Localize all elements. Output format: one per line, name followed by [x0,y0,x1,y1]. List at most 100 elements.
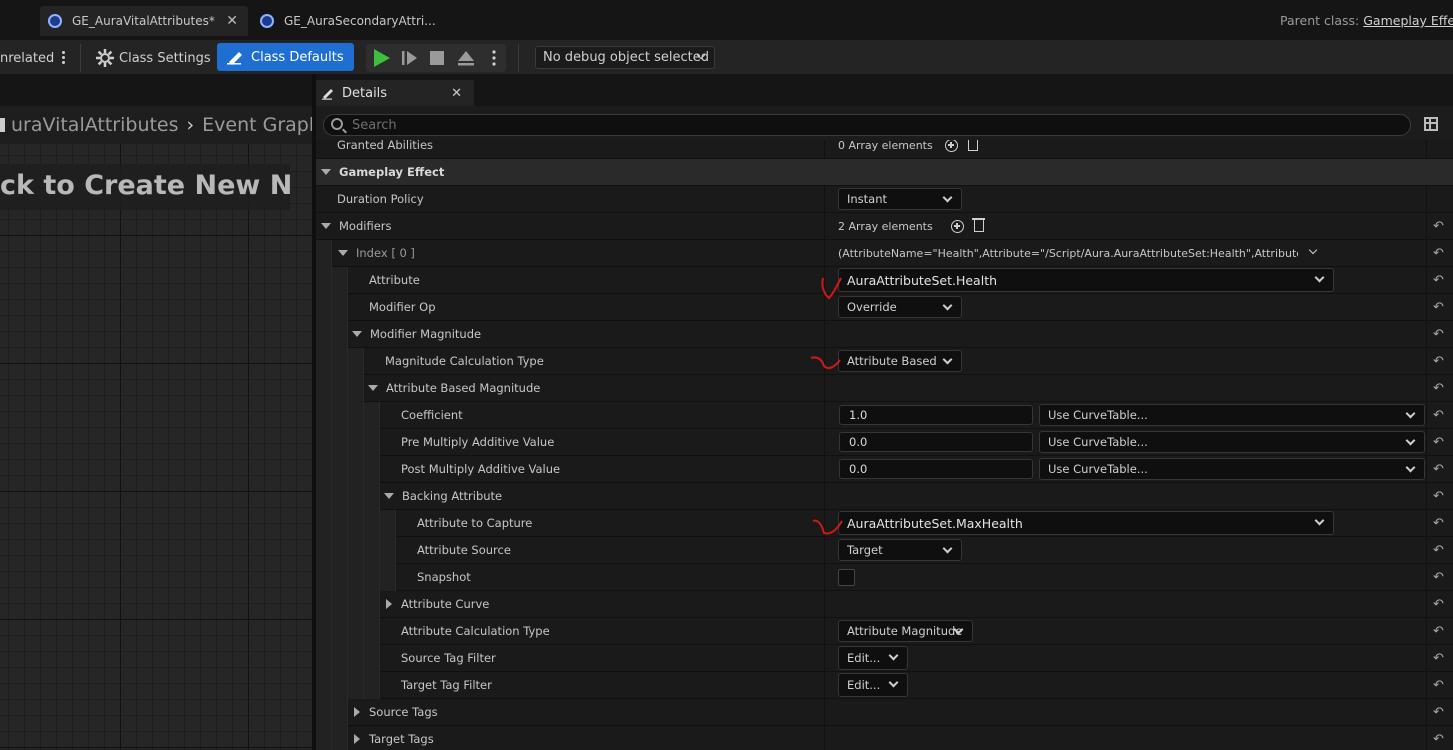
trash-icon[interactable] [967,140,978,151]
reset-arrow-icon[interactable]: ↶ [1433,705,1444,720]
reset-arrow-icon[interactable]: ↶ [1433,273,1444,288]
property-name: Snapshot [417,570,471,584]
ue-logo-icon [260,14,274,28]
tab-bar: GE_AuraVitalAttributes* ✕ GE_AuraSeconda… [0,0,1453,40]
close-icon[interactable]: ✕ [226,13,238,29]
add-icon[interactable] [950,219,964,233]
property-name: Modifier Op [369,300,436,314]
search-placeholder: Search [352,117,397,133]
more-options-icon[interactable] [62,49,65,66]
annotation-check-mark [812,519,843,535]
unrelated-toggle[interactable]: nrelated [0,44,54,72]
parent-class-link[interactable]: Gameplay Effect [1363,13,1453,28]
unrelated-label: nrelated [0,50,55,66]
debug-select-label: No debug object selected [543,50,710,65]
row-attribute-curve: Attribute Curve ↶ [316,591,1453,618]
tab-details[interactable]: Details ✕ [316,80,474,106]
reset-arrow-icon[interactable]: ↶ [1433,732,1444,747]
chevron-down-icon[interactable] [1308,245,1318,255]
coefficient-curve-select[interactable]: Use CurveTable... [1039,404,1425,426]
reset-arrow-icon[interactable]: ↶ [1433,462,1444,477]
duration-policy-select[interactable]: Instant [838,188,962,210]
attribute-calculation-type-select[interactable]: Attribute Magnitude [838,620,973,642]
coefficient-input[interactable]: 1.0 [839,405,1033,425]
property-name: Backing Attribute [402,489,503,503]
row-post-multiply-additive-value: Post Multiply Additive Value 0.0 Use Curv… [316,456,1453,483]
reset-arrow-icon[interactable]: ↶ [1433,381,1444,396]
expand-arrow-icon[interactable] [338,250,348,256]
target-tag-filter-edit[interactable]: Edit... [838,673,908,697]
reset-arrow-icon[interactable]: ↶ [1433,651,1444,666]
details-search-input[interactable]: Search [323,114,1411,136]
reset-arrow-icon[interactable]: ↶ [1433,327,1444,342]
reset-arrow-icon[interactable]: ↶ [1433,354,1444,369]
class-settings-button[interactable]: Class Settings [95,44,211,72]
expand-arrow-icon[interactable] [384,493,394,499]
source-tag-filter-edit[interactable]: Edit... [838,646,908,670]
expand-arrow-icon[interactable] [354,707,360,717]
close-icon[interactable]: ✕ [451,86,462,101]
select-value: Use CurveTable... [1048,408,1148,422]
reset-arrow-icon[interactable]: ↶ [1433,678,1444,693]
attribute-select[interactable]: AuraAttributeSet.Health [838,268,1334,292]
input-value: 0.0 [849,435,868,449]
expand-arrow-icon[interactable] [386,599,392,609]
property-value: 0 Array elements [838,140,933,152]
row-modifier-magnitude: Modifier Magnitude ↶ [316,321,1453,348]
reset-arrow-icon[interactable]: ↶ [1433,246,1444,261]
reset-arrow-icon[interactable]: ↶ [1433,300,1444,315]
attribute-to-capture-select[interactable]: AuraAttributeSet.MaxHealth [838,511,1334,535]
chevron-down-icon [1314,515,1325,526]
stop-icon [430,51,444,65]
tab-ge-aura-vital-attributes[interactable]: GE_AuraVitalAttributes* ✕ [40,6,248,36]
parent-class: Parent class:Gameplay Effect [1280,13,1453,28]
reset-arrow-icon[interactable]: ↶ [1433,597,1444,612]
class-defaults-button[interactable]: Class Defaults [217,43,354,71]
tab-ge-aura-secondary-attributes[interactable]: GE_AuraSecondaryAttri... [252,6,452,36]
property-name: Modifier Magnitude [370,327,482,341]
grid-icon[interactable] [1424,117,1438,131]
reset-arrow-icon[interactable]: ↶ [1433,408,1444,423]
category-gameplay-effect[interactable]: Gameplay Effect [316,159,1453,186]
pre-multiply-input[interactable]: 0.0 [839,432,1033,452]
post-multiply-curve-select[interactable]: Use CurveTable... [1039,458,1425,480]
pre-multiply-curve-select[interactable]: Use CurveTable... [1039,431,1425,453]
reset-arrow-icon[interactable]: ↶ [1433,435,1444,450]
reset-arrow-icon[interactable]: ↶ [1433,489,1444,504]
property-name: Attribute Source [417,543,511,557]
reset-arrow-icon[interactable]: ↶ [1433,516,1444,531]
reset-arrow-icon[interactable]: ↶ [1433,624,1444,639]
magnitude-calculation-type-select[interactable]: Attribute Based [838,350,962,372]
debug-object-select[interactable]: No debug object selected [535,46,715,69]
trash-icon[interactable] [971,218,985,232]
expand-arrow-icon[interactable] [321,169,331,175]
breadcrumb-event-graph[interactable]: Event Graph [202,114,312,136]
add-icon[interactable] [944,140,958,152]
details-tab-label: Details [342,85,388,101]
select-value: Target [847,543,883,557]
graph-hint: ck to Create New Nodes [0,164,290,210]
row-source-tags: Source Tags ↶ [316,699,1453,726]
expand-arrow-icon[interactable] [354,734,360,744]
reset-arrow-icon[interactable]: ↶ [1433,543,1444,558]
graph-icon [0,118,5,132]
chevron-down-icon [1314,272,1325,283]
snapshot-checkbox[interactable] [838,568,855,586]
post-multiply-input[interactable]: 0.0 [839,459,1033,479]
row-pre-multiply-additive-value: Pre Multiply Additive Value 0.0 Use Curve… [316,429,1453,456]
input-value: 0.0 [849,462,868,476]
step-icon [402,51,417,65]
play-icon [374,49,390,67]
property-name: Source Tags [369,705,438,719]
breadcrumb-blueprint[interactable]: uraVitalAttributes [11,114,179,136]
row-backing-attribute: Backing Attribute ↶ [316,483,1453,510]
reset-arrow-icon[interactable]: ↶ [1433,219,1444,234]
eject-icon [458,51,474,66]
modifier-op-select[interactable]: Override [838,296,962,318]
expand-arrow-icon[interactable] [321,223,331,229]
reset-arrow-icon[interactable]: ↶ [1433,570,1444,585]
expand-arrow-icon[interactable] [352,331,362,337]
attribute-source-select[interactable]: Target [838,539,962,561]
expand-arrow-icon[interactable] [368,385,378,391]
property-value: (AttributeName="Health",Attribute="/Scri… [838,246,1298,260]
